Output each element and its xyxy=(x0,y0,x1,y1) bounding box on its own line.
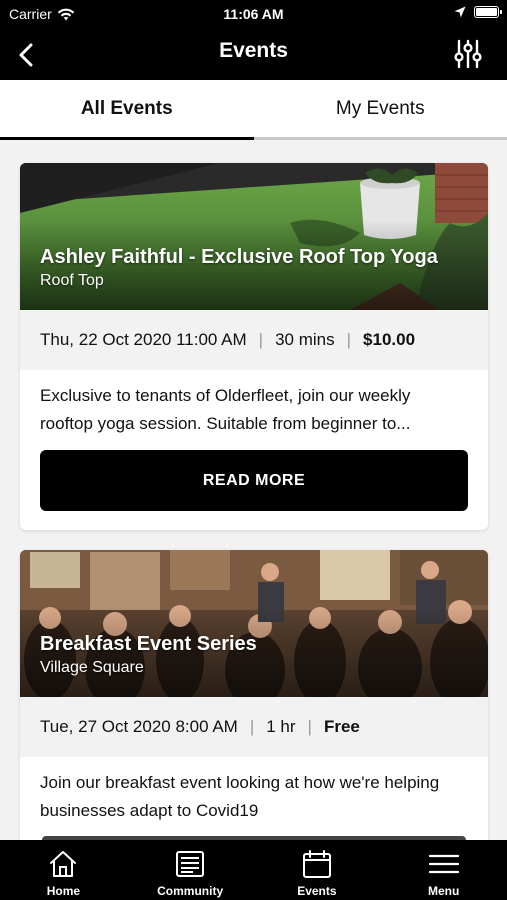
event-meta: Tue, 27 Oct 2020 8:00 AM | 1 hr | Free xyxy=(20,697,488,757)
tab-community[interactable]: Community xyxy=(127,840,254,900)
home-icon xyxy=(47,848,79,880)
event-hero-image[interactable]: Breakfast Event Series Village Square xyxy=(20,550,488,697)
tab-home-label: Home xyxy=(46,884,81,898)
read-more-button[interactable]: READ MORE xyxy=(40,450,468,511)
tab-events[interactable]: Events xyxy=(254,840,381,900)
event-price: Free xyxy=(323,717,360,736)
meta-divider: | xyxy=(258,330,264,349)
status-right xyxy=(454,6,502,18)
meta-divider: | xyxy=(346,330,352,349)
events-list[interactable]: Ashley Faithful - Exclusive Roof Top Yog… xyxy=(0,140,507,840)
tab-menu[interactable]: Menu xyxy=(380,840,507,900)
event-duration: 1 hr xyxy=(266,717,296,736)
event-datetime: Tue, 27 Oct 2020 8:00 AM xyxy=(40,717,238,736)
location-arrow-icon xyxy=(454,6,466,18)
event-meta: Thu, 22 Oct 2020 11:00 AM | 30 mins | $1… xyxy=(20,310,488,370)
tab-menu-label: Menu xyxy=(427,884,460,898)
status-bar: Carrier 11:06 AM xyxy=(0,0,507,30)
tab-all-events-label: All Events xyxy=(80,97,173,119)
event-duration: 30 mins xyxy=(275,330,335,349)
battery-icon xyxy=(474,6,502,18)
status-time: 11:06 AM xyxy=(223,6,284,22)
tab-home[interactable]: Home xyxy=(0,840,127,900)
tab-my-events[interactable]: My Events xyxy=(253,80,507,140)
event-card[interactable]: Breakfast Event Series Village Square Tu… xyxy=(20,550,488,840)
meta-divider: | xyxy=(249,717,255,736)
calendar-icon xyxy=(301,848,333,880)
event-card[interactable]: Ashley Faithful - Exclusive Roof Top Yog… xyxy=(20,163,488,530)
event-description: Join our breakfast event looking at how … xyxy=(40,773,440,820)
event-hero-image[interactable]: Ashley Faithful - Exclusive Roof Top Yog… xyxy=(20,163,488,310)
nav-bar: Events xyxy=(0,30,507,80)
meta-divider: | xyxy=(307,717,312,736)
event-location: Roof Top xyxy=(40,272,104,289)
page-title: Events xyxy=(219,39,288,62)
event-location: Village Square xyxy=(40,659,144,676)
event-title: Breakfast Event Series xyxy=(40,633,257,655)
sliders-icon xyxy=(454,39,482,69)
bottom-tab-bar: Home Community Events Menu xyxy=(0,840,507,900)
community-icon xyxy=(174,848,206,880)
segmented-tabs: All Events My Events xyxy=(0,80,507,140)
tab-my-events-label: My Events xyxy=(335,97,425,119)
event-price: $10.00 xyxy=(363,330,416,349)
tab-community-label: Community xyxy=(157,884,224,898)
event-datetime: Thu, 22 Oct 2020 11:00 AM xyxy=(40,330,247,349)
event-description: Exclusive to tenants of Olderfleet, join… xyxy=(40,386,411,433)
tab-events-label: Events xyxy=(297,884,337,898)
menu-icon xyxy=(428,848,460,880)
filter-button[interactable] xyxy=(451,37,485,71)
event-title: Ashley Faithful - Exclusive Roof Top Yog… xyxy=(40,246,438,268)
tab-all-events[interactable]: All Events xyxy=(0,80,254,140)
